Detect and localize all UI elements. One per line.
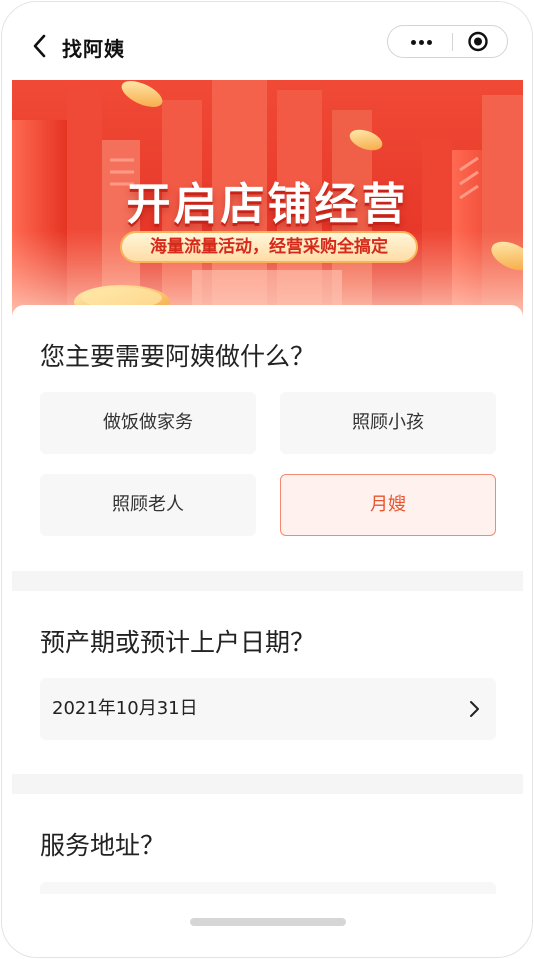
banner-subtitle: 海量流量活动，经营采购全搞定 <box>120 231 418 263</box>
back-button[interactable] <box>30 32 50 60</box>
service-type-card: 您主要需要阿姨做什么？ 做饭做家务 照顾小孩 照顾老人 月嫂 <box>12 305 523 571</box>
date-card: 预产期或预计上户日期？ 2021年10月31日 <box>12 591 523 774</box>
more-button[interactable] <box>388 26 450 57</box>
option-maternity-nanny[interactable]: 月嫂 <box>280 474 496 536</box>
more-dots-icon <box>427 40 432 45</box>
nav-bar: 找阿姨 <box>2 2 532 80</box>
banner-title: 开启店铺经营 <box>126 179 409 230</box>
section-divider <box>12 571 523 591</box>
promo-banner[interactable]: 开启店铺经营 海量流量活动，经营采购全搞定 <box>12 80 523 320</box>
section-divider <box>12 774 523 794</box>
option-cooking-housework[interactable]: 做饭做家务 <box>40 392 256 454</box>
record-target-icon <box>468 31 488 52</box>
home-indicator[interactable] <box>190 918 346 926</box>
date-question: 预产期或预计上户日期？ <box>40 628 316 657</box>
service-question: 您主要需要阿姨做什么？ <box>40 342 316 371</box>
more-dots-icon <box>419 40 424 45</box>
mini-program-capsule <box>387 25 508 58</box>
chevron-left-icon <box>33 34 46 58</box>
address-card: 服务地址？ <box>12 794 523 894</box>
page-title: 找阿姨 <box>62 37 125 61</box>
option-eldercare[interactable]: 照顾老人 <box>40 474 256 536</box>
date-picker[interactable]: 2021年10月31日 <box>40 678 496 740</box>
date-value: 2021年10月31日 <box>52 698 198 719</box>
address-question: 服务地址？ <box>40 831 166 860</box>
option-childcare[interactable]: 照顾小孩 <box>280 392 496 454</box>
more-dots-icon <box>411 40 416 45</box>
capsule-divider <box>452 33 453 51</box>
close-mini-program-button[interactable] <box>456 26 508 57</box>
chevron-right-icon <box>470 701 479 717</box>
phone-frame: 找阿姨 开启店铺经营 海量流量活动，经营采购全搞定 您主要需要阿姨做什么？ 做饭… <box>1 1 533 958</box>
address-field[interactable] <box>40 882 496 894</box>
